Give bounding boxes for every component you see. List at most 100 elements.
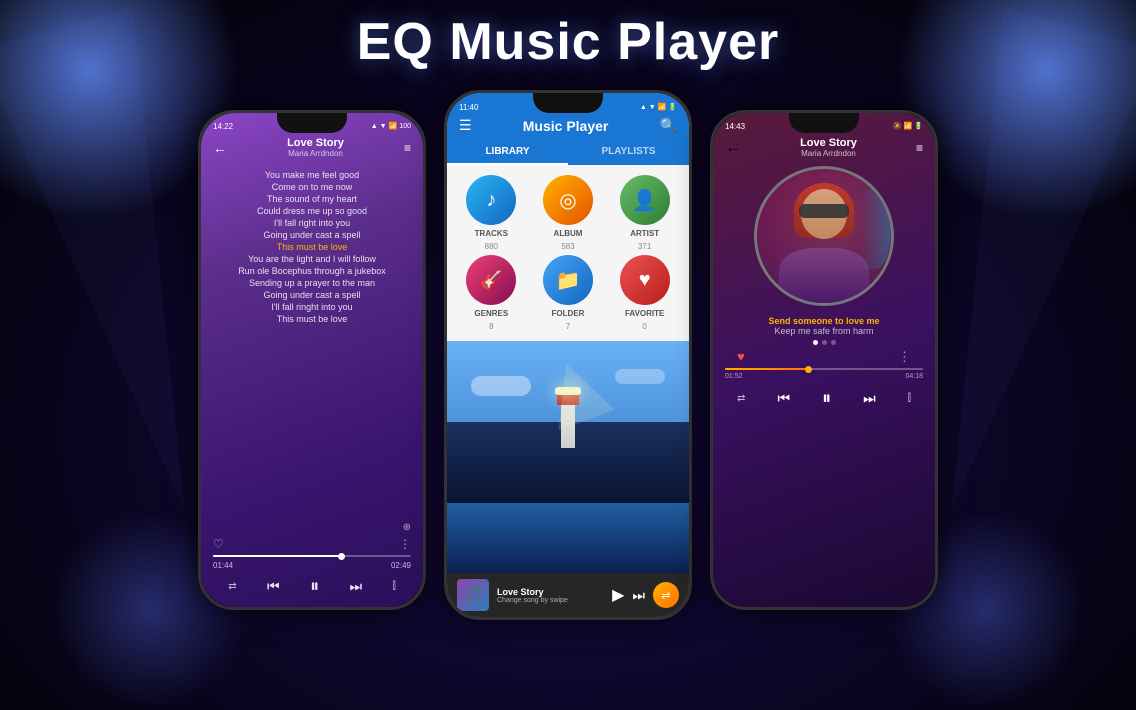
progress-bar-right[interactable]: [725, 368, 923, 370]
eq-icon-right[interactable]: ⫿: [908, 393, 911, 404]
next-button-left[interactable]: ⏭: [350, 578, 363, 595]
repeat-icon-right[interactable]: ⇄: [737, 393, 745, 404]
right-screen: 14:43 🔕 📶 🔋 ← Love Story Maria Arrdndon …: [713, 113, 935, 607]
right-progress-section: ♥ ⋮ 01:52 04:18: [713, 336, 935, 388]
left-header: ← Love Story Maria Arrdndon ≡: [201, 135, 423, 162]
play-btn-center[interactable]: ▶: [612, 585, 624, 605]
library-item-tracks[interactable]: ♪ TRACKS 880: [455, 175, 528, 251]
battery-left: 100: [399, 123, 411, 130]
album-art-right: [754, 166, 894, 306]
more-icon-right[interactable]: ⋮: [898, 349, 911, 365]
album-icon: ◎: [543, 175, 593, 225]
time-row-left: 01:44 02:49: [213, 561, 411, 570]
song-title-right: Love Story: [800, 137, 857, 149]
queue-button-right[interactable]: ≡: [916, 141, 923, 155]
library-item-favorite[interactable]: ♥ FAVORITE 0: [608, 255, 681, 331]
lyric-2: Come on to me now: [272, 182, 353, 192]
library-grid: ♪ TRACKS 880 ◎ ALBUM 583 👤 ARTIST 371 🎸 …: [447, 165, 689, 341]
pause-button-right[interactable]: ⏸: [822, 388, 831, 409]
lighthouse-scene: [447, 341, 689, 573]
time-total-right: 04:18: [905, 373, 923, 380]
genres-label: GENRES: [474, 309, 508, 318]
now-playing-thumb: 🎵: [457, 579, 489, 611]
lyric-13: This must be love: [277, 314, 348, 324]
lyrics-area: You make me feel good Come on to me now …: [201, 162, 423, 516]
tabs-row-center: LIBRARY PLAYLISTS: [447, 140, 689, 165]
menu-icon-center[interactable]: ☰: [459, 117, 472, 134]
right-lyric-2: Keep me safe from harm: [727, 326, 921, 336]
notch-left: [277, 113, 347, 133]
time-total-left: 02:49: [391, 561, 411, 570]
next-btn-center[interactable]: ⏭: [632, 587, 645, 604]
favorite-icon: ♥: [620, 255, 670, 305]
time-current-right: 01:52: [725, 373, 743, 380]
search-button-center[interactable]: 🔍: [660, 117, 677, 134]
dots-indicator: [725, 340, 923, 345]
lyric-4: Could dress me up so good: [257, 206, 367, 216]
back-button-left[interactable]: ←: [213, 140, 227, 156]
right-header: ← Love Story Maria Arrdndon ≡: [713, 135, 935, 162]
dot-2: [822, 340, 827, 345]
library-item-album[interactable]: ◎ ALBUM 583: [532, 175, 605, 251]
tracks-count: 880: [485, 242, 498, 251]
notch-center: [533, 93, 603, 113]
next-button-right[interactable]: ⏭: [863, 390, 876, 407]
cloud-2: [615, 369, 665, 384]
progress-fill-left: [213, 555, 342, 557]
now-playing-info: Love Story Change song by swipe: [497, 587, 604, 604]
library-item-genres[interactable]: 🎸 GENRES 8: [455, 255, 528, 331]
status-time-center: 11:40: [459, 103, 478, 112]
eq-icon-left[interactable]: ⫿: [393, 581, 396, 592]
shuffle-button[interactable]: ⇌: [653, 582, 679, 608]
lyric-8: You are the light and I will follow: [248, 254, 376, 264]
back-button-right[interactable]: ←: [725, 139, 741, 157]
phones-container: 14:22 ▲ ▼ 📶 100 ← Love Story Maria Arrdn…: [0, 90, 1136, 620]
song-artist-right: Maria Arrdndon: [800, 149, 857, 158]
more-icon-left[interactable]: ⋮: [399, 537, 411, 551]
lyric-1: You make me feel good: [265, 170, 359, 180]
status-icons-left: ▲ ▼ 📶 100: [371, 122, 411, 130]
prev-button-left[interactable]: ⏮: [267, 578, 280, 595]
app-name-center: Music Player: [523, 118, 609, 134]
tracks-label: TRACKS: [475, 229, 508, 238]
progress-dot-right: [805, 366, 812, 373]
phone-center: 11:40 ▲ ▼ 📶 🔋 ☰ Music Player 🔍 LIBRARY P…: [444, 90, 692, 620]
library-item-folder[interactable]: 📁 FOLDER 7: [532, 255, 605, 331]
progress-dot-left: [338, 553, 345, 560]
time-row-right: 01:52 04:18: [725, 373, 923, 380]
left-controls: ⊕ ♡ ⋮ 01:44 02:49 ⇄ ⏮ ⏸ ⏭: [201, 516, 423, 607]
prev-button-right[interactable]: ⏮: [777, 390, 790, 407]
queue-button-left[interactable]: ≡: [404, 141, 411, 155]
tab-playlists[interactable]: PLAYLISTS: [568, 140, 689, 165]
center-screen: 11:40 ▲ ▼ 📶 🔋 ☰ Music Player 🔍 LIBRARY P…: [447, 93, 689, 617]
song-info-right: Love Story Maria Arrdndon: [800, 137, 857, 158]
heart-icon-left[interactable]: ♡: [213, 537, 224, 551]
album-art-center: [447, 341, 689, 573]
lyric-3: The sound of my heart: [267, 194, 357, 204]
favorite-count: 0: [642, 322, 646, 331]
album-count: 583: [561, 242, 574, 251]
library-item-artist[interactable]: 👤 ARTIST 371: [608, 175, 681, 251]
artist-label: ARTIST: [630, 229, 659, 238]
repeat-icon-left[interactable]: ⇄: [228, 581, 236, 592]
folder-icon: 📁: [543, 255, 593, 305]
zoom-icon: ⊕: [213, 522, 411, 533]
progress-fill-right: [725, 368, 808, 370]
left-screen: 14:22 ▲ ▼ 📶 100 ← Love Story Maria Arrdn…: [201, 113, 423, 607]
right-lyric-1: Send someone to love me: [727, 316, 921, 326]
tracks-icon: ♪: [466, 175, 516, 225]
lyric-6: Going under cast a spell: [263, 230, 360, 240]
tab-library[interactable]: LIBRARY: [447, 140, 568, 165]
now-playing-bar: 🎵 Love Story Change song by swipe ▶ ⏭ ⇌: [447, 573, 689, 617]
lyric-9: Run ole Bocephus through a jukebox: [238, 266, 386, 276]
genres-count: 8: [489, 322, 493, 331]
now-playing-sub: Change song by swipe: [497, 597, 604, 604]
progress-bar-left[interactable]: [213, 555, 411, 557]
heart-icon-right[interactable]: ♥: [737, 349, 745, 365]
app-title: EQ Music Player: [0, 12, 1136, 72]
pause-button-left[interactable]: ⏸: [310, 576, 319, 597]
status-icons-center: ▲ ▼ 📶 🔋: [640, 103, 677, 111]
folder-label: FOLDER: [552, 309, 585, 318]
lyric-5: I'll fall right into you: [274, 218, 350, 228]
song-title-left: Love Story: [287, 137, 344, 149]
